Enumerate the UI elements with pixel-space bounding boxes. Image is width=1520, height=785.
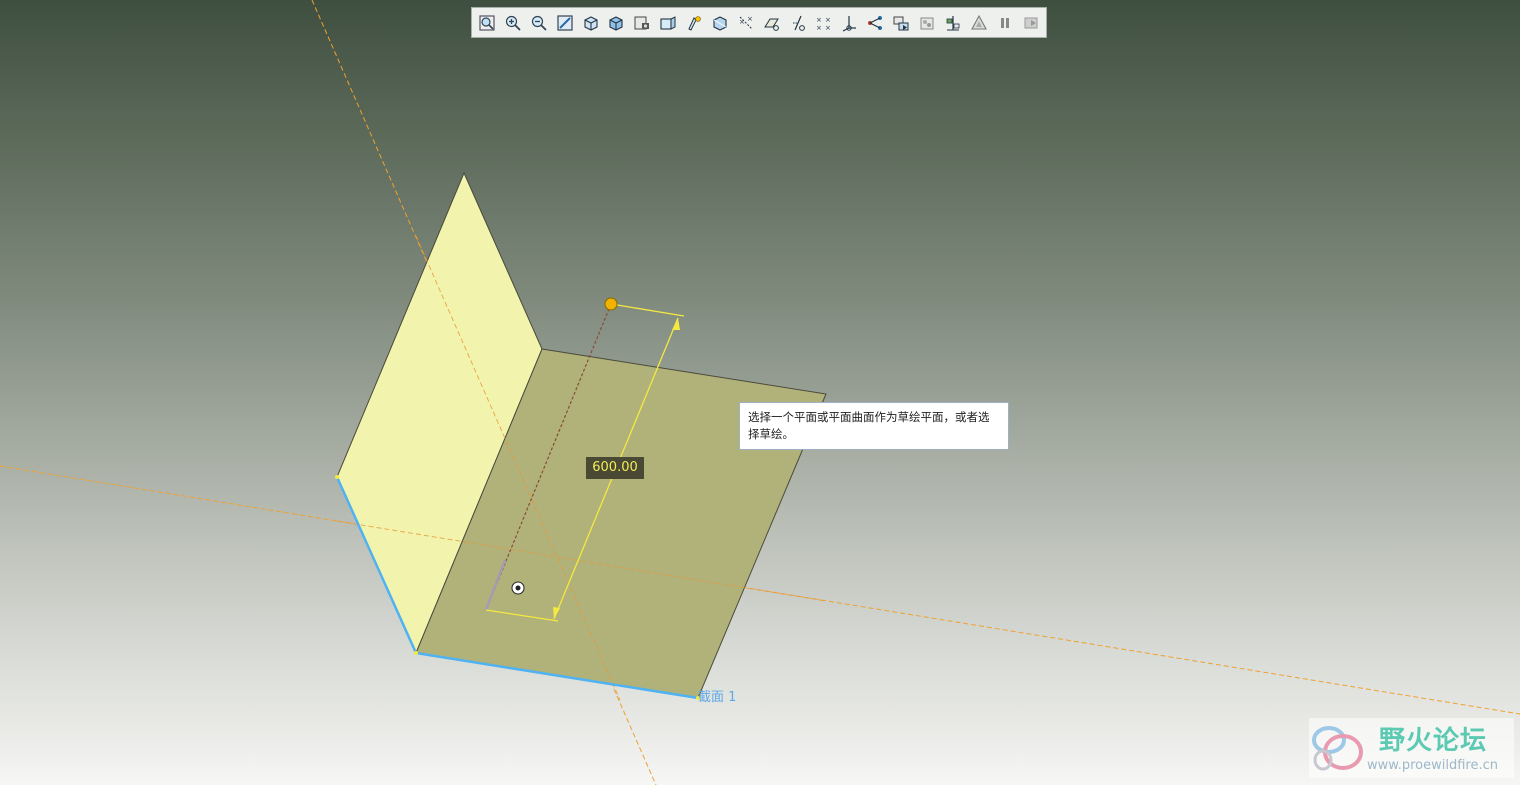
annotation-display-icon[interactable] [683, 12, 705, 34]
layer-icon[interactable] [916, 12, 938, 34]
svg-text:×: × [816, 24, 822, 32]
svg-text:×: × [747, 15, 753, 23]
svg-text:×: × [816, 16, 822, 24]
selection-prompt-tooltip: 选择一个平面或平面曲面作为草绘平面，或者选择草绘。 [739, 402, 1009, 450]
zoom-out-icon[interactable] [528, 12, 550, 34]
zoom-in-icon[interactable] [502, 12, 524, 34]
shading-icon[interactable] [605, 12, 627, 34]
dimension-arrow-top [672, 318, 680, 330]
model-tree-icon[interactable] [838, 12, 860, 34]
watermark-title: 野火论坛 [1379, 726, 1488, 756]
svg-text:×: × [739, 18, 745, 26]
triangle-icon[interactable] [968, 12, 990, 34]
csys-display-icon[interactable] [787, 12, 809, 34]
display-style-icon[interactable] [580, 12, 602, 34]
edge-vertex [414, 651, 418, 655]
spin-center-display-icon[interactable]: × × × × [813, 12, 835, 34]
butterfly-logo-icon [1312, 726, 1363, 771]
point-display-icon[interactable] [761, 12, 783, 34]
svg-text:×: × [825, 24, 831, 32]
graphics-toolbar: × × × × × × [471, 7, 1047, 38]
datum-filter-icon[interactable] [864, 12, 886, 34]
saved-views-icon[interactable] [631, 12, 653, 34]
forum-watermark: 野火论坛 www.proewildfire.cn [1309, 718, 1514, 778]
edge-vertex [335, 475, 339, 479]
dimension-value-label[interactable]: 600.00 [586, 457, 644, 479]
render-icon[interactable] [942, 12, 964, 34]
spin-center-dot [515, 585, 521, 591]
repaint-icon[interactable] [554, 12, 576, 34]
section-name-label: 截面 1 [698, 690, 737, 705]
dimension-extension-top [610, 303, 685, 317]
view-manager-icon[interactable] [657, 12, 679, 34]
axis-display-icon[interactable]: × × [735, 12, 757, 34]
appearance-icon[interactable] [890, 12, 912, 34]
refit-icon[interactable] [476, 12, 498, 34]
plane-display-icon[interactable] [709, 12, 731, 34]
graphics-viewport[interactable] [0, 0, 1520, 785]
pause-icon[interactable] [994, 12, 1016, 34]
svg-text:×: × [825, 16, 831, 24]
watermark-url: www.proewildfire.cn [1367, 758, 1498, 773]
depth-drag-handle[interactable] [604, 297, 618, 311]
exit-icon[interactable] [1020, 12, 1042, 34]
